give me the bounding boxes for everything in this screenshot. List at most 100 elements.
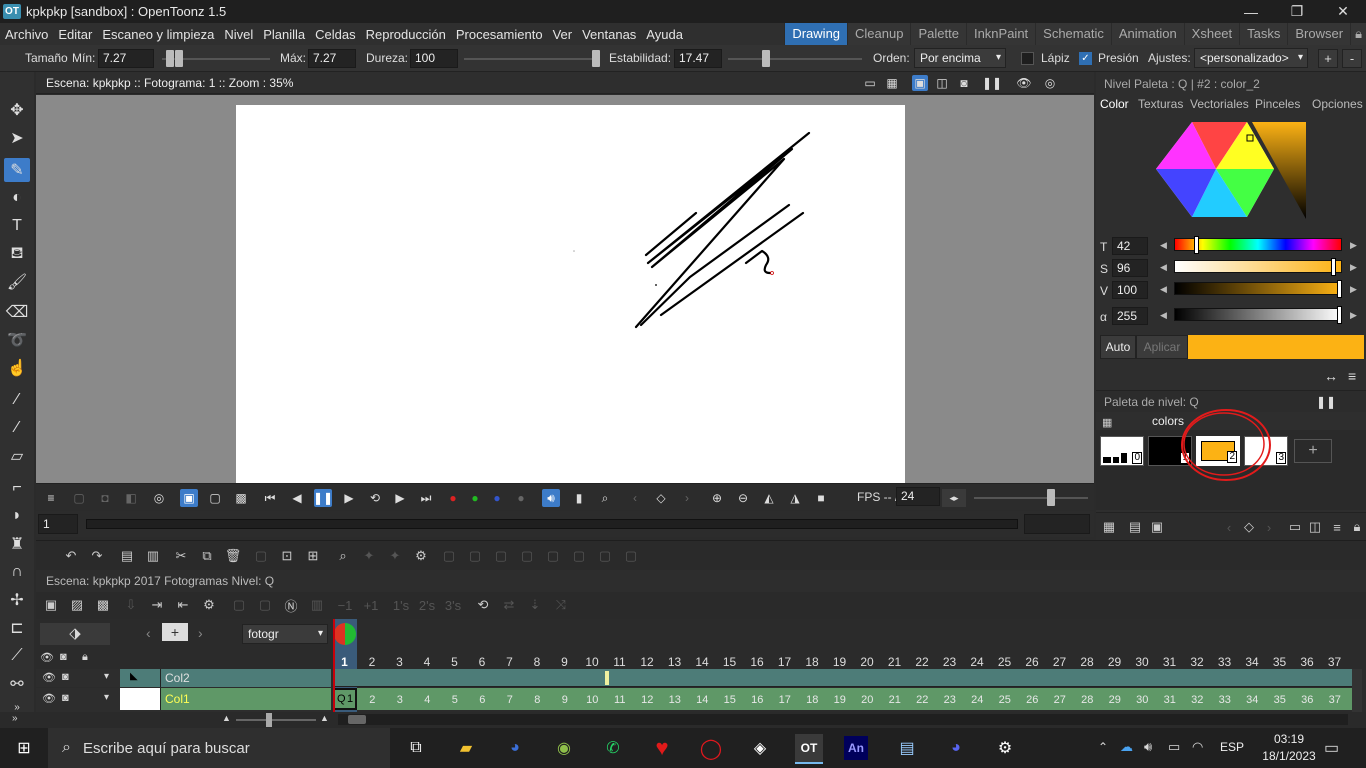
frame-number[interactable]: 2 xyxy=(359,655,386,669)
vertical-scrollbar[interactable] xyxy=(1352,669,1362,712)
checker-bg-icon[interactable]: ▩ xyxy=(232,489,250,507)
frame-number[interactable]: 6 xyxy=(469,655,496,669)
next-layout-icon[interactable]: › xyxy=(198,625,203,641)
val-field[interactable]: 100 xyxy=(1112,281,1148,299)
app-icon-2[interactable]: ◉ xyxy=(550,734,578,762)
frame-number[interactable]: 30 xyxy=(1129,655,1156,669)
app-icon-1[interactable]: ◕ xyxy=(501,734,529,762)
preview-toggle-icon[interactable]: ◎ xyxy=(150,489,168,507)
frame-number[interactable]: 24 xyxy=(964,655,991,669)
task-view-icon[interactable]: ⧉ xyxy=(402,734,430,762)
menu-reproduccion[interactable]: Reproducción xyxy=(361,27,451,42)
sat-left-arrow-icon[interactable]: ◀ xyxy=(1160,262,1167,273)
clock-time[interactable]: 03:19 xyxy=(1264,732,1314,746)
file-explorer-icon[interactable]: ▰ xyxy=(452,734,480,762)
taskbar-search[interactable]: ⌕ Escribe aquí para buscar xyxy=(48,728,390,768)
xsheet-disabled-2-icon[interactable]: ▢ xyxy=(230,596,248,614)
settings-menu-icon[interactable]: ≡ xyxy=(1348,368,1356,384)
menu-ayuda[interactable]: Ayuda xyxy=(641,27,688,42)
frame-number[interactable]: 32 xyxy=(1184,655,1211,669)
stability-knob[interactable] xyxy=(762,50,770,67)
add-preset-button[interactable]: + xyxy=(1318,49,1338,68)
col1-cell[interactable]: 5 xyxy=(441,691,469,709)
hardness-field[interactable]: 100 xyxy=(410,49,458,68)
next-frame-icon[interactable]: ▶︎ xyxy=(391,489,409,507)
reset-view-icon[interactable]: ■ xyxy=(812,489,830,507)
col2-camstand-icon[interactable]: ◙ xyxy=(62,671,69,683)
style-picker-tool-icon[interactable]: ⁄ xyxy=(4,388,30,412)
pin-icon[interactable]: 🔒︎ xyxy=(1350,23,1366,45)
decrease-step-button[interactable]: −1 xyxy=(336,596,354,614)
random-icon[interactable]: ⇣ xyxy=(526,596,544,614)
swing-icon[interactable]: ⇄ xyxy=(500,596,518,614)
step-1s-button[interactable]: 1's xyxy=(392,596,410,614)
magnet-tool-icon[interactable]: ∩ xyxy=(4,560,30,584)
frame-number[interactable]: 4 xyxy=(414,655,441,669)
room-drawing[interactable]: Drawing xyxy=(784,23,848,45)
col1-cell[interactable]: 13 xyxy=(661,691,689,709)
horizontal-scrollbar[interactable] xyxy=(338,714,1348,725)
settings-gear-icon[interactable]: ⚙ xyxy=(991,734,1019,762)
render-icon[interactable]: ⌕ xyxy=(334,547,352,565)
type-tool-icon[interactable]: T xyxy=(4,214,30,238)
bender-tool-icon[interactable]: ✢ xyxy=(4,588,30,612)
horizontal-scroll-thumb[interactable] xyxy=(348,715,366,724)
onion-skin-handle-icon[interactable] xyxy=(334,623,356,645)
new-memo-icon[interactable]: Ⓝ xyxy=(282,596,300,614)
black-bg-icon[interactable]: ▢ xyxy=(206,489,224,507)
col1-cell[interactable]: 11 xyxy=(606,691,634,709)
frame-number-field[interactable]: 1 xyxy=(38,514,78,534)
alpha-left-arrow-icon[interactable]: ◀ xyxy=(1160,310,1167,321)
col1-cell[interactable]: 6 xyxy=(469,691,497,709)
col1-cell[interactable]: 9 xyxy=(551,691,579,709)
xsheet-disabled-3-icon[interactable]: ▢ xyxy=(256,596,274,614)
field-guide-icon[interactable]: ▦ xyxy=(884,75,900,91)
heart-app-icon[interactable]: ♥ xyxy=(648,734,676,762)
green-channel-icon[interactable]: ● xyxy=(466,489,484,507)
col1-cell[interactable]: 24 xyxy=(964,691,992,709)
discord-icon[interactable]: ◕ xyxy=(942,734,970,762)
fps-knob[interactable] xyxy=(1047,489,1055,506)
palette-menu-icon[interactable]: ≡ xyxy=(1328,518,1346,536)
load-level-icon[interactable]: ⇥ xyxy=(148,596,166,614)
zoom-out-small-icon[interactable]: ▲ xyxy=(222,713,231,723)
alpha-right-arrow-icon[interactable]: ▶ xyxy=(1350,310,1357,321)
blue-channel-icon[interactable]: ● xyxy=(488,489,506,507)
cmd-disabled-6-icon[interactable]: ▢ xyxy=(570,547,588,565)
fill-tool-icon[interactable]: ⛾ xyxy=(4,242,30,266)
col2-cells[interactable] xyxy=(333,669,1353,687)
frame-number[interactable]: 7 xyxy=(496,655,523,669)
xsheet-disabled-4-icon[interactable]: ▥ xyxy=(308,596,326,614)
locator-icon[interactable]: ⌕ xyxy=(596,489,614,507)
hue-bar[interactable] xyxy=(1174,236,1342,254)
insert-icon[interactable]: ▢ xyxy=(252,547,270,565)
minimize-icon[interactable]: — xyxy=(1228,0,1274,23)
sound-icon[interactable]: 🔊︎ xyxy=(542,489,560,507)
frame-number[interactable]: 14 xyxy=(689,655,716,669)
col2-expand-icon[interactable]: ▾ xyxy=(104,671,109,682)
col1-cell[interactable]: 12 xyxy=(634,691,662,709)
col1-cell[interactable]: 29 xyxy=(1101,691,1129,709)
add-style-button[interactable]: + xyxy=(1294,439,1332,463)
delete-icon[interactable]: 🗑︎ xyxy=(224,547,242,565)
wifi-icon[interactable]: ◠ xyxy=(1192,739,1203,755)
save-palette-icon[interactable]: ▤ xyxy=(1126,518,1144,536)
snapshot-icon[interactable]: ◘ xyxy=(96,489,114,507)
col1-cell[interactable]: 22 xyxy=(909,691,937,709)
cmd-disabled-1-icon[interactable]: ▢ xyxy=(440,547,458,565)
hue-field[interactable]: 42 xyxy=(1112,237,1148,255)
more-icon[interactable]: » xyxy=(12,713,18,724)
frame-number[interactable]: 27 xyxy=(1046,655,1073,669)
col1-name-cell[interactable]: Col1 xyxy=(160,688,331,710)
view-mode-icon[interactable]: ▦ xyxy=(1100,518,1118,536)
max-size-field[interactable]: 7.27 xyxy=(308,49,356,68)
freeze-palette-icon[interactable]: ❚❚ xyxy=(1316,395,1336,409)
redo-icon[interactable]: ↷ xyxy=(88,547,106,565)
col1-cell[interactable]: 37 xyxy=(1321,691,1349,709)
frame-number[interactable]: 11 xyxy=(606,655,633,669)
step-3s-button[interactable]: 3's xyxy=(444,596,462,614)
frame-slider[interactable] xyxy=(86,519,1018,529)
val-bar[interactable] xyxy=(1174,280,1342,298)
menu-ver[interactable]: Ver xyxy=(548,27,578,42)
auto-button[interactable]: Auto xyxy=(1100,335,1136,359)
